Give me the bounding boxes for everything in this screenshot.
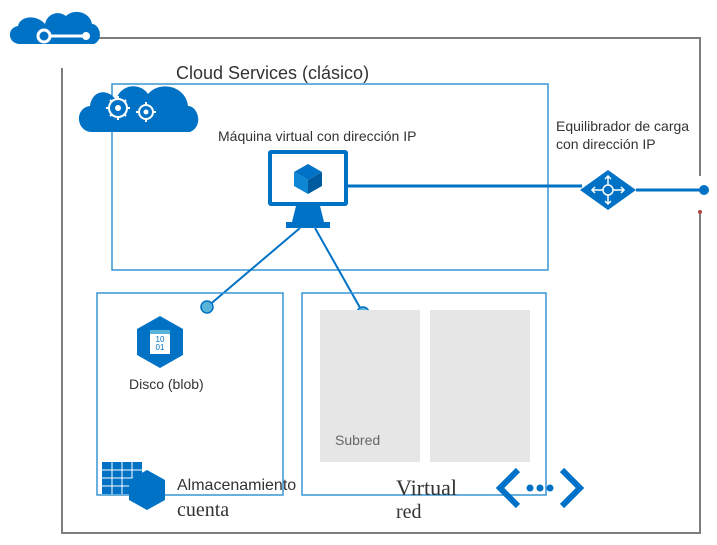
vnet-label-line2: red (396, 500, 422, 525)
connector-vm-to-disk (207, 228, 300, 307)
lb-label-line2: con dirección IP (556, 136, 656, 154)
storage-label-line1: Almacenamiento (177, 476, 296, 496)
azure-cloud-icon (10, 12, 100, 44)
storage-label-line2: cuenta (177, 498, 229, 523)
vnet-icon (500, 470, 580, 506)
frame-gap-dot (698, 210, 702, 214)
vnet-label-line1: Virtual (396, 474, 457, 502)
vm-monitor-icon (268, 150, 348, 228)
lb-label-line1: Equilibrador de carga (556, 118, 689, 136)
load-balancer-icon (580, 170, 636, 210)
disk-blob-icon: 10 01 (137, 316, 183, 368)
endpoint-dot-right (699, 185, 709, 195)
subnet-label: Subred (335, 432, 380, 450)
cloud-services-title: Cloud Services (clásico) (176, 62, 369, 85)
disk-label: Disco (blob) (129, 376, 204, 394)
subnet-rect-2 (430, 310, 530, 462)
gears-cloud-icon (79, 86, 198, 132)
svg-text:01: 01 (156, 343, 165, 352)
endpoint-dot-disk (201, 301, 213, 313)
vm-label: Máquina virtual con dirección IP (218, 128, 416, 146)
diagram-stage: 10 01 Cloud Services (clásico) Máquina v… (0, 0, 717, 545)
